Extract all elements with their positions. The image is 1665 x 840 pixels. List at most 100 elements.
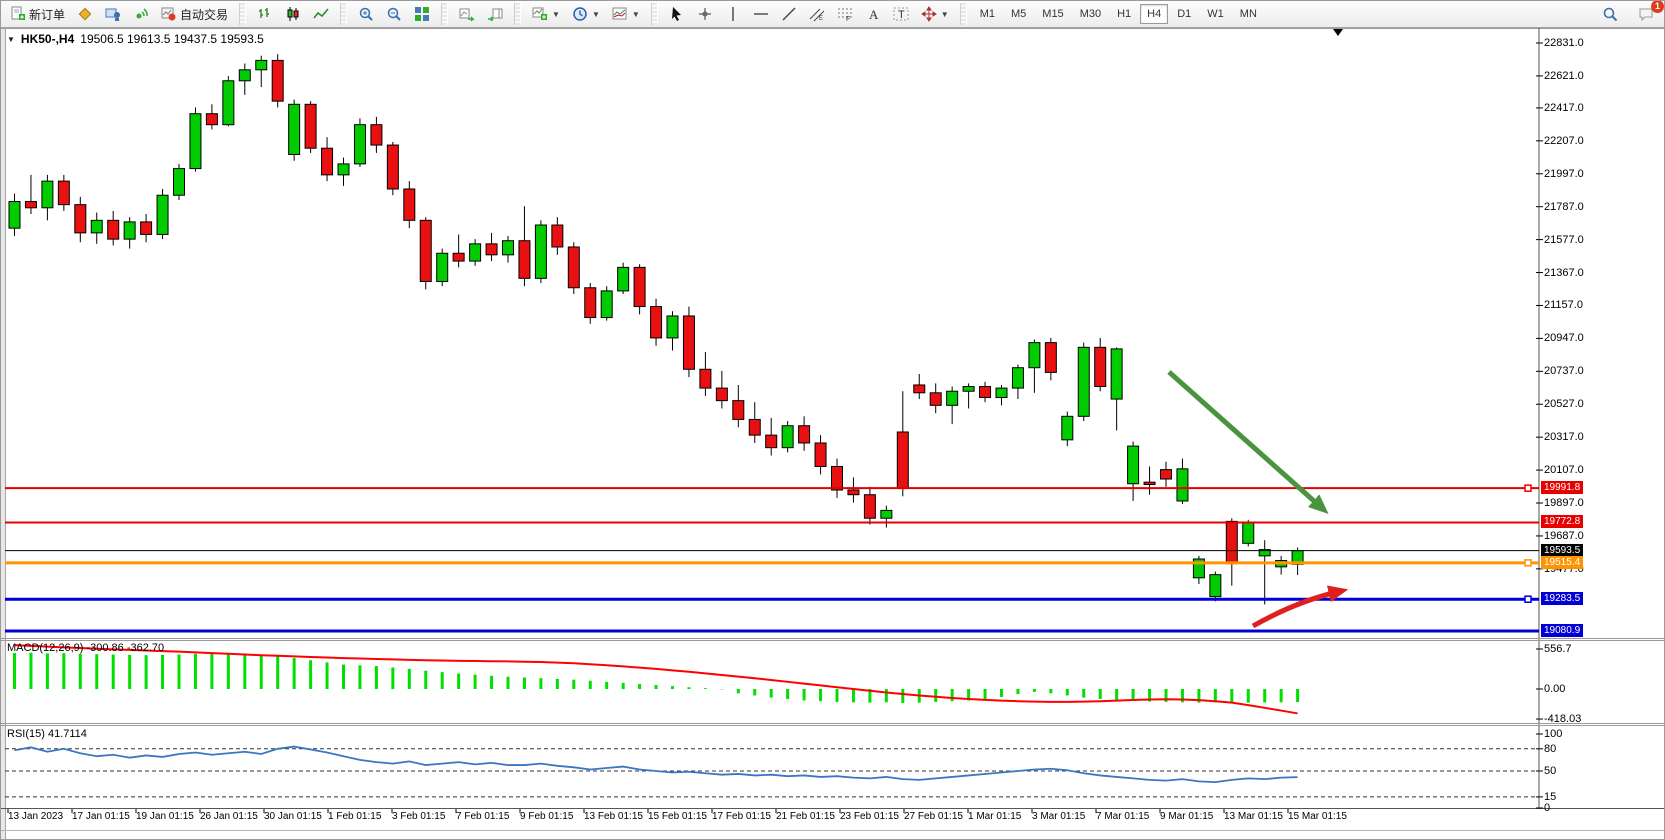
chevron-down-icon: ▼ <box>632 10 640 19</box>
search-button[interactable] <box>1597 3 1623 25</box>
label-button[interactable]: T <box>888 3 914 25</box>
notifications-button[interactable]: 1 <box>1633 3 1659 25</box>
terminal-user-icon <box>105 6 121 22</box>
bar-chart-icon <box>257 6 273 22</box>
macd-panel <box>15 645 1298 713</box>
arrows-dropdown[interactable]: ▼ <box>916 3 954 25</box>
horizontal-line-button[interactable] <box>748 3 774 25</box>
level-lines[interactable] <box>5 485 1539 631</box>
new-order-button[interactable]: 新订单 <box>5 3 70 26</box>
cursor-icon <box>669 6 685 22</box>
one-click-collapse-icon[interactable]: ▼ <box>7 35 15 44</box>
chart-type-group <box>248 1 338 27</box>
rsi-line <box>15 747 1298 783</box>
timeframe-button-d1[interactable]: D1 <box>1170 4 1198 24</box>
new-order-button-label: 新订单 <box>29 6 65 23</box>
label-t-icon: T <box>893 6 909 22</box>
notification-badge: 1 <box>1651 0 1664 13</box>
signal-button[interactable] <box>128 3 154 25</box>
rsi-label: RSI(15) 41.7114 <box>7 728 87 740</box>
timeframe-button-m30[interactable]: M30 <box>1073 4 1108 24</box>
objects-group: E FA T ▼ <box>660 1 958 27</box>
toolbar-separator <box>340 3 347 25</box>
timeframe-button-m15[interactable]: M15 <box>1035 4 1070 24</box>
svg-text:E: E <box>819 16 823 22</box>
time-axis[interactable] <box>1 809 1539 831</box>
templates-dropdown[interactable]: ▼ <box>607 3 645 25</box>
terminal-button[interactable] <box>100 3 126 25</box>
macd-name: MACD(12,26,9) <box>7 642 83 654</box>
annotations[interactable] <box>1169 372 1341 626</box>
svg-text:T: T <box>898 9 905 21</box>
timeframe-button-h1[interactable]: H1 <box>1110 4 1138 24</box>
symbol-period-label: HK50-,H4 <box>21 32 74 46</box>
hline-icon <box>753 6 769 22</box>
timeframe-button-m5[interactable]: M5 <box>1004 4 1033 24</box>
arrows-icon <box>921 6 937 22</box>
chart-area[interactable]: ▼ HK50-,H4 19506.5 19613.5 19437.5 19593… <box>1 28 1665 840</box>
chart-shift-marker <box>1333 29 1343 36</box>
doc-plus-icon <box>10 6 26 22</box>
channel-icon: E <box>809 6 825 22</box>
toolbar-right: 1 <box>1596 3 1665 25</box>
autotrading-button-label: 自动交易 <box>180 6 228 23</box>
scroll-group <box>450 1 512 27</box>
tile-windows-button[interactable] <box>409 3 435 25</box>
main-toolbar: 新订单 自动交易 ▼ ▼ ▼ E FA T ▼ M1M5M15M30H1H4D1W1MN 1 <box>1 1 1665 28</box>
zoom-in-button[interactable] <box>353 3 379 25</box>
chevron-down-icon: ▼ <box>941 10 949 19</box>
signal-icon <box>133 6 149 22</box>
chart-title: ▼ HK50-,H4 19506.5 19613.5 19437.5 19593… <box>7 32 264 46</box>
macd-signal-line <box>15 645 1298 713</box>
mt4-window: 新订单 自动交易 ▼ ▼ ▼ E FA T ▼ M1M5M15M30H1H4D1W1MN 1 ▼ … <box>0 0 1665 840</box>
auto-scroll-button[interactable] <box>454 3 480 25</box>
vertical-line-button[interactable] <box>720 3 746 25</box>
tile-icon <box>414 6 430 22</box>
periods-dropdown[interactable]: ▼ <box>567 3 605 25</box>
search-icon <box>1602 6 1618 22</box>
fibo-icon: F <box>837 6 853 22</box>
autotrading-button[interactable]: 自动交易 <box>156 3 233 26</box>
price-axis[interactable] <box>1541 28 1665 809</box>
toolbar-separator <box>239 3 246 25</box>
rsi-name: RSI(15) <box>7 728 45 740</box>
macd-values: -300.86 -362.70 <box>86 642 164 654</box>
timeframe-button-w1[interactable]: W1 <box>1200 4 1231 24</box>
zoom-out-button[interactable] <box>381 3 407 25</box>
zoom-in-icon <box>358 6 374 22</box>
trade-group: 新订单 自动交易 <box>1 1 237 27</box>
rsi-panel <box>5 747 1539 797</box>
rsi-value: 41.7114 <box>48 728 87 740</box>
cursor-button[interactable] <box>664 3 690 25</box>
macd-label: MACD(12,26,9) -300.86 -362.70 <box>7 642 164 654</box>
text-a-icon: A <box>865 6 881 22</box>
channel-button[interactable]: E <box>804 3 830 25</box>
metaquotes-button[interactable] <box>72 3 98 25</box>
bar-chart-button[interactable] <box>252 3 278 25</box>
chevron-down-icon: ▼ <box>552 10 560 19</box>
gold-diamond-icon <box>77 6 93 22</box>
zoom-group <box>349 1 439 27</box>
timeframe-button-m1[interactable]: M1 <box>973 4 1002 24</box>
trendline-button[interactable] <box>776 3 802 25</box>
line-chart-button[interactable] <box>308 3 334 25</box>
panel-frames <box>1 28 1665 831</box>
toolbar-separator <box>441 3 448 25</box>
toolbar-separator <box>514 3 521 25</box>
crosshair-button[interactable] <box>692 3 718 25</box>
ohlc-values: 19506.5 19613.5 19437.5 19593.5 <box>80 32 264 46</box>
new-chart-dropdown[interactable]: ▼ <box>527 3 565 25</box>
vline-icon <box>725 6 741 22</box>
template-icon <box>612 6 628 22</box>
chart-shift-button[interactable] <box>482 3 508 25</box>
candlestick-chart-button[interactable] <box>280 3 306 25</box>
timeframe-button-mn[interactable]: MN <box>1233 4 1264 24</box>
fibonacci-button[interactable]: F <box>832 3 858 25</box>
clock-icon <box>572 6 588 22</box>
autotrade-icon <box>161 6 177 22</box>
chevron-down-icon: ▼ <box>592 10 600 19</box>
bounce-arrow[interactable] <box>1253 591 1341 626</box>
timeframe-button-h4[interactable]: H4 <box>1140 4 1168 24</box>
text-button[interactable]: A <box>860 3 886 25</box>
chart-canvas <box>1 28 1665 840</box>
